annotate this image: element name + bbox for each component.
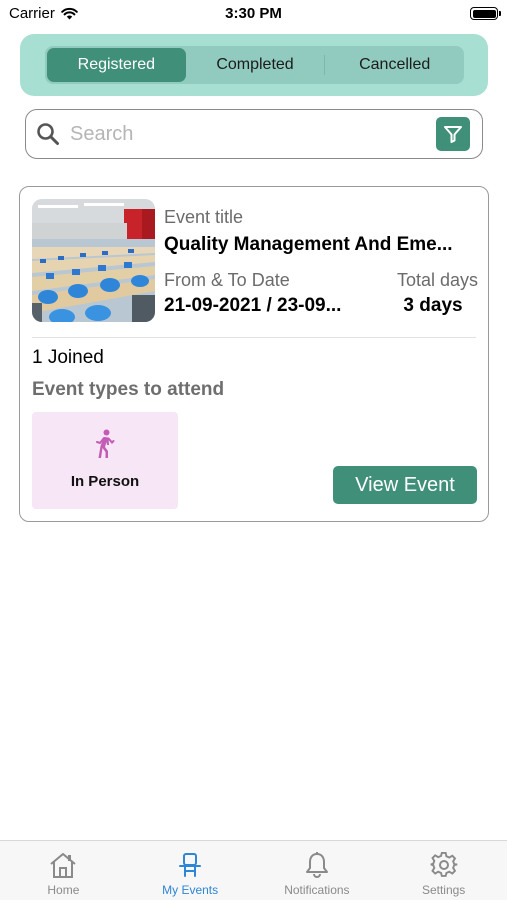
tab-completed[interactable]: Completed — [186, 48, 325, 82]
tab-registered[interactable]: Registered — [47, 48, 186, 82]
filter-icon — [444, 126, 462, 143]
event-days: Total days 3 days — [378, 270, 478, 317]
joined-count: 1 Joined — [32, 347, 104, 368]
event-status-tabs-container: Registered Completed Cancelled — [20, 34, 488, 96]
event-dates-row: From & To Date 21-09-2021 / 23-09... Tot… — [164, 270, 478, 326]
tab-bar-notifications-label: Notifications — [284, 883, 350, 897]
card-divider — [32, 337, 476, 338]
search-input[interactable] — [70, 119, 430, 149]
tab-bar-my-events-label: My Events — [162, 883, 219, 897]
view-event-button[interactable]: View Event — [333, 466, 477, 504]
event-type-label: In Person — [70, 473, 140, 490]
walking-person-icon — [96, 429, 115, 458]
event-thumbnail — [32, 199, 155, 322]
event-dates: From & To Date 21-09-2021 / 23-09... — [164, 270, 386, 317]
event-card: Event title Quality Management And Eme..… — [19, 186, 489, 522]
search-icon — [37, 123, 59, 145]
event-type-chip-in-person: In Person — [32, 412, 178, 509]
event-title: Quality Management And Eme... — [164, 234, 453, 255]
total-days-value: 3 days — [403, 295, 463, 316]
total-days-label: Total days — [396, 270, 478, 290]
tab-bar-my-events[interactable]: My Events — [127, 841, 254, 900]
tab-bar-home-label: Home — [47, 883, 80, 897]
event-dates-label: From & To Date — [164, 270, 290, 290]
event-info: Event title Quality Management And Eme..… — [164, 207, 478, 326]
battery-icon — [470, 7, 501, 20]
tab-cancelled[interactable]: Cancelled — [325, 48, 464, 82]
tab-bar-settings[interactable]: Settings — [380, 841, 507, 900]
bottom-tab-bar: Home My Events Notifications Settings — [0, 840, 507, 900]
status-bar: Carrier 3:30 PM — [0, 0, 507, 28]
search-bar — [25, 109, 483, 159]
home-icon — [47, 850, 79, 880]
status-time: 3:30 PM — [225, 5, 282, 22]
bell-icon — [301, 850, 333, 880]
event-title-label: Event title — [164, 207, 244, 227]
event-types-label: Event types to attend — [32, 379, 225, 400]
tab-bar-notifications[interactable]: Notifications — [254, 841, 381, 900]
chair-icon — [174, 850, 206, 880]
filter-button[interactable] — [436, 117, 470, 151]
tab-bar-home[interactable]: Home — [0, 841, 127, 900]
gear-icon — [428, 850, 460, 880]
tab-bar-settings-label: Settings — [421, 883, 466, 897]
event-dates-value: 21-09-2021 / 23-09... — [164, 295, 342, 316]
event-status-tabs: Registered Completed Cancelled — [45, 46, 464, 84]
